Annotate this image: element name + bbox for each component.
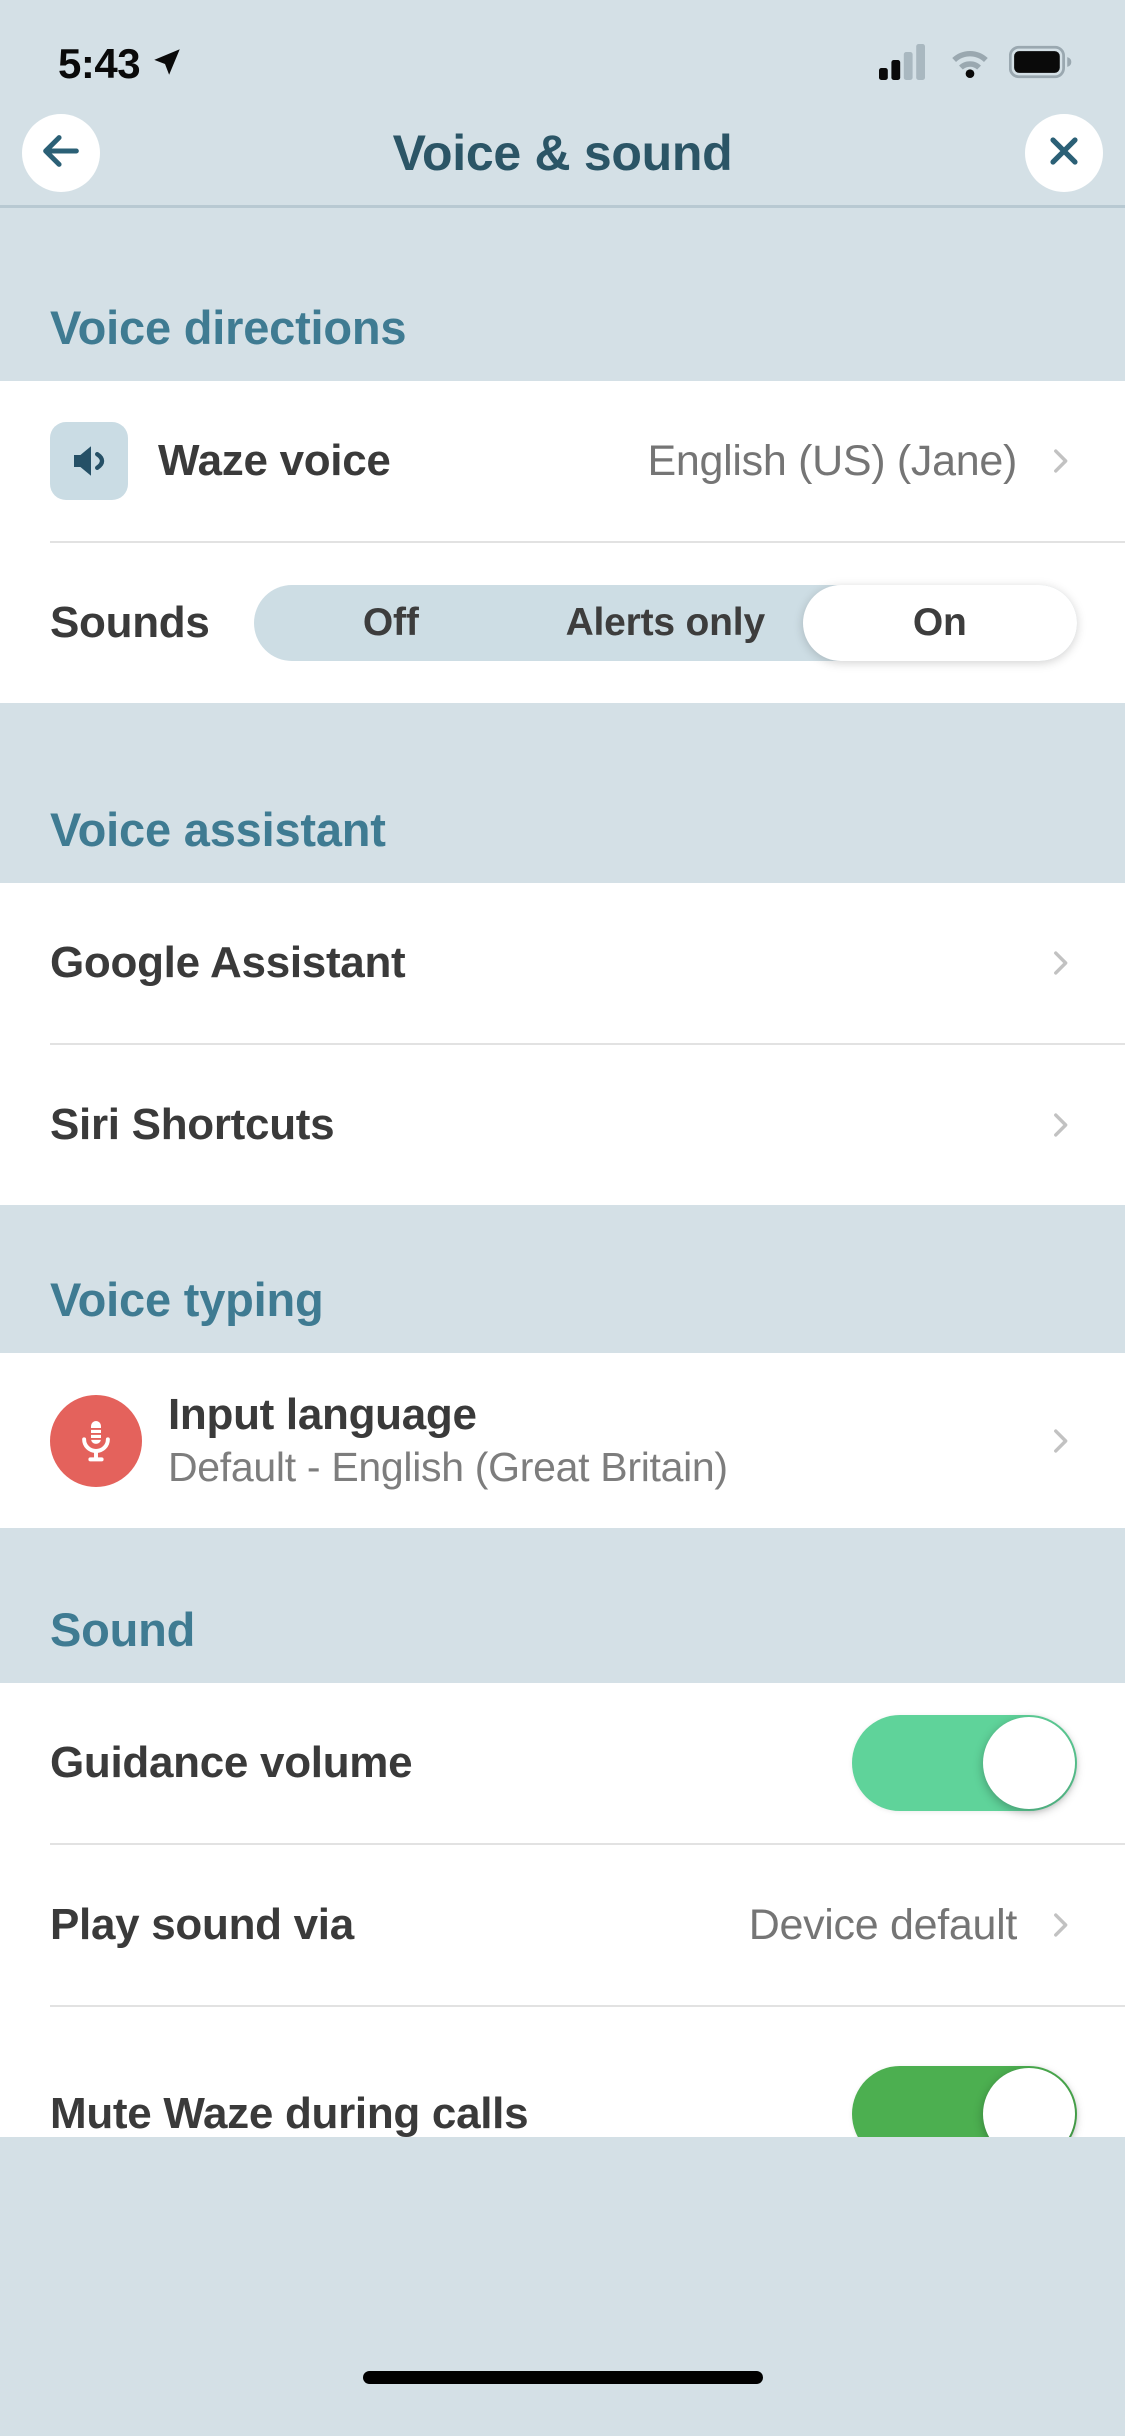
back-button[interactable] bbox=[22, 113, 100, 192]
page-title: Voice & sound bbox=[392, 124, 733, 181]
guidance-volume-toggle[interactable] bbox=[852, 1715, 1077, 1811]
status-bar: 5:43 bbox=[0, 0, 1125, 100]
sounds-segmented-control[interactable]: Off Alerts only On bbox=[253, 585, 1077, 661]
voice-typing-group: Input language Default - English (Great … bbox=[0, 1353, 1125, 1528]
voice-assistant-group: Google Assistant Siri Shortcuts bbox=[0, 883, 1125, 1205]
cellular-signal-icon bbox=[879, 43, 931, 85]
segment-alerts-only[interactable]: Alerts only bbox=[528, 585, 802, 661]
close-x-icon bbox=[1042, 129, 1086, 176]
row-google-assistant[interactable]: Google Assistant bbox=[0, 883, 1125, 1043]
home-indicator bbox=[362, 2371, 763, 2384]
waze-voice-value: English (US) (Jane) bbox=[647, 436, 1018, 485]
wifi-icon bbox=[947, 45, 993, 84]
section-header-sound: Sound bbox=[0, 1528, 1125, 1683]
mute-during-calls-toggle[interactable] bbox=[852, 2066, 1077, 2137]
status-bar-right bbox=[879, 43, 1073, 85]
section-header-voice-typing: Voice typing bbox=[0, 1205, 1125, 1353]
sounds-label: Sounds bbox=[50, 598, 210, 647]
row-sounds: Sounds Off Alerts only On bbox=[0, 543, 1125, 703]
row-play-sound-via[interactable]: Play sound via Device default bbox=[0, 1845, 1125, 2005]
toggle-knob bbox=[983, 1717, 1075, 1809]
input-language-label: Input language bbox=[168, 1390, 477, 1439]
section-header-voice-assistant: Voice assistant bbox=[0, 703, 1125, 883]
section-title: Voice assistant bbox=[50, 803, 386, 856]
section-header-voice-directions: Voice directions bbox=[0, 208, 1125, 381]
status-bar-time: 5:43 bbox=[58, 40, 141, 87]
siri-shortcuts-label: Siri Shortcuts bbox=[50, 1100, 335, 1149]
chevron-right-icon bbox=[1043, 444, 1077, 478]
voice-and-sound-settings-screen: 5:43 Voice & sound Voice directions Waze… bbox=[0, 0, 1125, 2436]
chevron-right-icon bbox=[1043, 1908, 1077, 1942]
screen-header: Voice & sound bbox=[0, 100, 1125, 205]
input-language-value: Default - English (Great Britain) bbox=[168, 1444, 728, 1490]
voice-directions-group: Waze voice English (US) (Jane) Sounds Of… bbox=[0, 381, 1125, 703]
toggle-knob bbox=[983, 2068, 1075, 2137]
status-bar-left: 5:43 bbox=[58, 40, 184, 88]
close-button[interactable] bbox=[1025, 113, 1103, 192]
segment-off[interactable]: Off bbox=[254, 585, 528, 661]
speaker-icon bbox=[50, 422, 128, 500]
microphone-icon bbox=[50, 1394, 142, 1487]
chevron-right-icon bbox=[1043, 1108, 1077, 1142]
section-title: Voice typing bbox=[50, 1273, 324, 1326]
chevron-right-icon bbox=[1043, 1424, 1077, 1458]
chevron-right-icon bbox=[1043, 946, 1077, 980]
sound-group: Guidance volume Play sound via Device de… bbox=[0, 1683, 1125, 2137]
row-waze-voice[interactable]: Waze voice English (US) (Jane) bbox=[0, 381, 1125, 541]
section-title: Sound bbox=[50, 1603, 196, 1656]
google-assistant-label: Google Assistant bbox=[50, 938, 406, 987]
battery-full-icon bbox=[1008, 45, 1073, 84]
play-sound-via-label: Play sound via bbox=[50, 1900, 354, 1949]
row-siri-shortcuts[interactable]: Siri Shortcuts bbox=[0, 1045, 1125, 1205]
back-arrow-icon bbox=[38, 128, 84, 177]
play-sound-via-value: Device default bbox=[748, 1900, 1018, 1949]
segment-on[interactable]: On bbox=[802, 585, 1077, 661]
section-title: Voice directions bbox=[50, 301, 407, 354]
row-mute-waze-during-calls: Mute Waze during calls bbox=[0, 2007, 1125, 2137]
guidance-volume-label: Guidance volume bbox=[50, 1738, 413, 1787]
row-input-language[interactable]: Input language Default - English (Great … bbox=[0, 1353, 1125, 1528]
location-arrow-icon bbox=[150, 45, 184, 84]
row-guidance-volume: Guidance volume bbox=[0, 1683, 1125, 1843]
mute-during-calls-label: Mute Waze during calls bbox=[50, 2089, 529, 2137]
waze-voice-label: Waze voice bbox=[158, 436, 391, 485]
input-language-texts: Input language Default - English (Great … bbox=[168, 1390, 728, 1491]
